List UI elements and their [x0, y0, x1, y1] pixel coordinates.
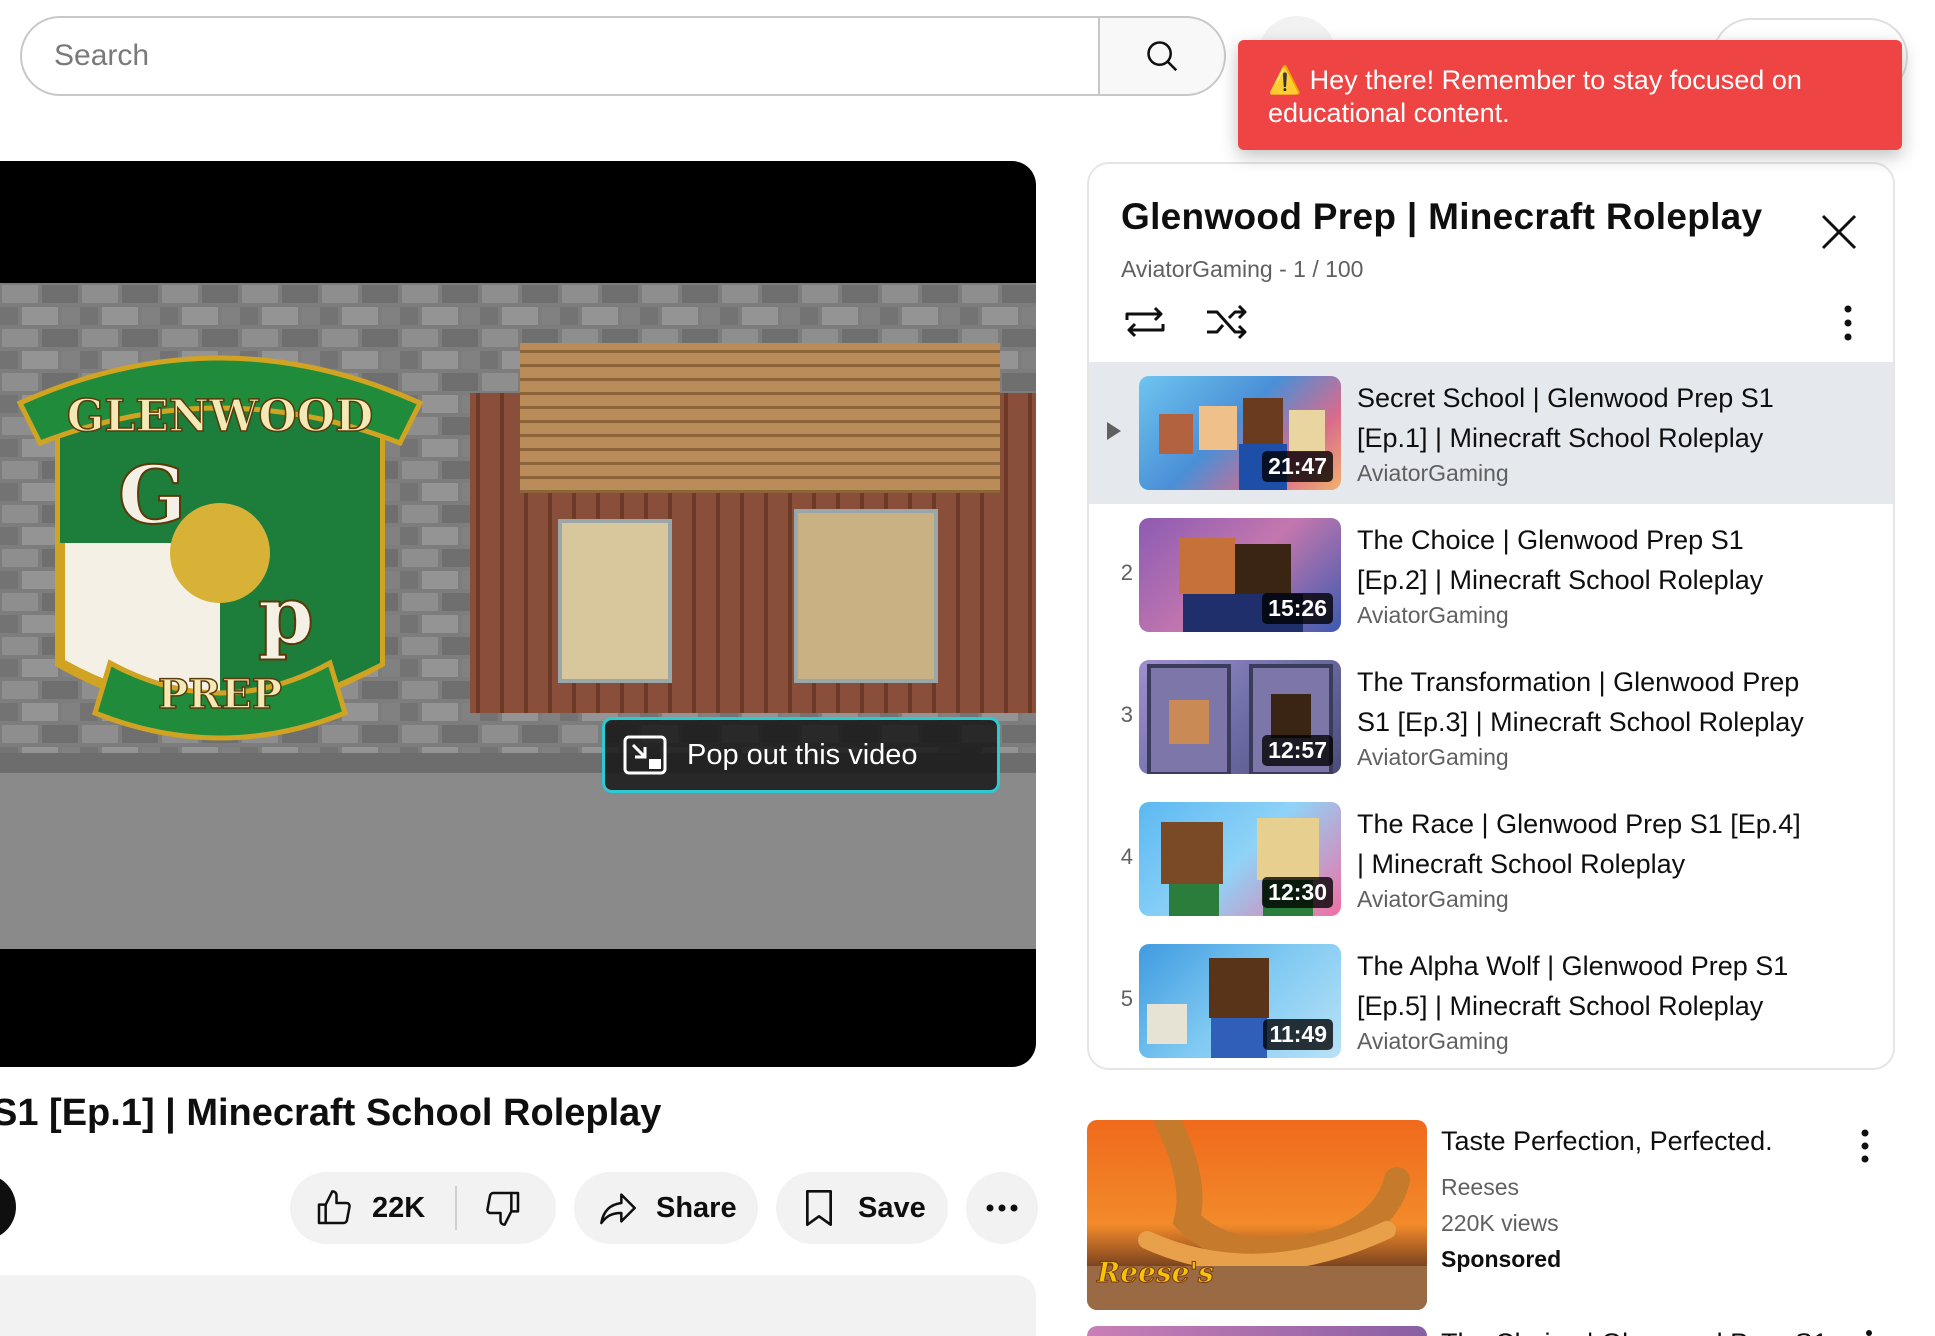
close-playlist-button[interactable]: [1819, 212, 1859, 257]
playlist-title[interactable]: Glenwood Prep | Minecraft Roleplay: [1121, 196, 1762, 238]
playlist-item-title: The Race | Glenwood Prep S1 [Ep.4] | Min…: [1357, 809, 1801, 879]
pop-out-video-button[interactable]: Pop out this video: [602, 717, 1000, 793]
duration-badge: 21:47: [1262, 451, 1333, 482]
playlist-item-channel[interactable]: AviatorGaming: [1357, 744, 1509, 771]
recommended-title[interactable]: The Choice | Glenwood Prep S1: [1441, 1328, 1828, 1336]
search-button[interactable]: [1098, 16, 1226, 96]
shuffle-icon: [1207, 304, 1247, 340]
playlist-item[interactable]: 3 12:57 The Transformation | Glenwood Pr…: [1089, 646, 1893, 788]
playlist-item[interactable]: 2 15:26 The Choice | Glenwood Prep S1 [E…: [1089, 504, 1893, 646]
video-player[interactable]: GLENWOOD PREP G p Pop out this video: [0, 161, 1036, 1067]
video-thumbnail: 21:47: [1139, 376, 1341, 490]
ad-title[interactable]: Taste Perfection, Perfected.: [1441, 1126, 1773, 1157]
share-icon: [600, 1193, 636, 1225]
playlist-item-title: Secret School | Glenwood Prep S1 [Ep.1] …: [1357, 383, 1774, 453]
crest-text-top: GLENWOOD: [67, 391, 374, 442]
share-button[interactable]: Share: [574, 1172, 758, 1244]
search-input[interactable]: [20, 16, 1098, 96]
save-button[interactable]: Save: [776, 1172, 948, 1244]
thumbs-up-icon: [317, 1190, 351, 1225]
picture-in-picture-icon: [623, 735, 667, 775]
playlist-item-channel[interactable]: AviatorGaming: [1357, 1028, 1509, 1055]
playlist-item-channel[interactable]: AviatorGaming: [1357, 886, 1509, 913]
like-dislike-group: 22K: [290, 1172, 556, 1244]
toast-message: Hey there! Remember to stay focused on e…: [1268, 65, 1802, 128]
playlist-item[interactable]: 5 11:49 The Alpha Wolf | Glenwood Prep S…: [1089, 930, 1893, 1068]
crest-text-bottom: PREP: [158, 671, 282, 718]
warning-icon: ⚠️: [1268, 65, 1302, 95]
playlist-item-title: The Alpha Wolf | Glenwood Prep S1 [Ep.5]…: [1357, 951, 1789, 1021]
thumbs-down-icon: [486, 1191, 520, 1226]
shuffle-playlist-button[interactable]: [1203, 302, 1251, 347]
playlist-item-index: 3: [1120, 702, 1133, 727]
like-button[interactable]: 22K: [290, 1172, 425, 1244]
video-thumbnail: 15:26: [1139, 518, 1341, 632]
duration-badge: 12:57: [1262, 735, 1333, 766]
ad-brand-text: Reese's: [1096, 1256, 1214, 1289]
more-vertical-icon: [1861, 1129, 1869, 1163]
playlist-item-index: 5: [1120, 986, 1133, 1011]
description-box[interactable]: [0, 1275, 1036, 1336]
svg-text:p: p: [258, 568, 314, 662]
video-thumbnail: 11:49: [1139, 944, 1341, 1058]
pop-out-label: Pop out this video: [687, 738, 918, 771]
channel-avatar[interactable]: [0, 1174, 16, 1240]
video-thumbnail: 12:30: [1139, 802, 1341, 916]
more-horizontal-icon: [986, 1204, 1018, 1212]
duration-badge: 15:26: [1262, 593, 1333, 624]
loop-playlist-button[interactable]: [1121, 302, 1169, 347]
playlist-item-index: 2: [1120, 560, 1133, 585]
playlist-panel: Glenwood Prep | Minecraft Roleplay Aviat…: [1087, 162, 1895, 1070]
bookmark-icon: [806, 1190, 833, 1226]
playlist-item[interactable]: 4 12:30 The Race | Glenwood Prep S1 [Ep.…: [1089, 788, 1893, 930]
close-icon: [1821, 214, 1857, 250]
svg-text:G: G: [118, 448, 186, 542]
ad-thumbnail[interactable]: Reese's: [1087, 1120, 1427, 1310]
playlist-menu-button[interactable]: [1843, 304, 1853, 347]
save-label: Save: [858, 1191, 926, 1224]
playlist-subtitle: AviatorGaming - 1 / 100: [1121, 256, 1364, 282]
playlist-item-channel[interactable]: AviatorGaming: [1357, 460, 1509, 487]
recommended-thumbnail[interactable]: [1087, 1326, 1427, 1336]
video-title: S1 [Ep.1] | Minecraft School Roleplay: [0, 1092, 662, 1134]
repeat-icon: [1125, 306, 1165, 338]
now-playing-icon: [1107, 422, 1121, 440]
playlist-item-index: 4: [1120, 844, 1133, 869]
ad-channel[interactable]: Reeses: [1441, 1174, 1519, 1201]
video-thumbnail: 12:57: [1139, 660, 1341, 774]
more-vertical-icon[interactable]: [1866, 1330, 1872, 1336]
duration-badge: 11:49: [1263, 1019, 1333, 1050]
ad-menu-button[interactable]: [1860, 1128, 1870, 1169]
search-bar: [20, 16, 1226, 96]
more-vertical-icon: [1844, 305, 1852, 341]
share-label: Share: [656, 1191, 737, 1224]
playlist-item-channel[interactable]: AviatorGaming: [1357, 602, 1509, 629]
dislike-button[interactable]: [457, 1172, 523, 1244]
search-icon: [1147, 41, 1178, 72]
like-count: 22K: [372, 1191, 426, 1224]
sponsored-badge: Sponsored: [1441, 1246, 1562, 1272]
playlist-item[interactable]: 21:47 Secret School | Glenwood Prep S1 […: [1089, 362, 1893, 504]
youtube-watch-page: ⚠️Hey there! Remember to stay focused on…: [0, 0, 1935, 1336]
duration-badge: 12:30: [1262, 877, 1333, 908]
focus-reminder-toast: ⚠️ Hey there! Remember to stay focused on…: [1238, 40, 1902, 150]
ad-views: 220K views: [1441, 1210, 1559, 1236]
playlist-item-title: The Choice | Glenwood Prep S1 [Ep.2] | M…: [1357, 525, 1764, 595]
video-frame: GLENWOOD PREP G p: [0, 283, 1036, 949]
playlist-item-title: The Transformation | Glenwood Prep S1 [E…: [1357, 667, 1804, 737]
more-actions-button[interactable]: [966, 1172, 1038, 1244]
